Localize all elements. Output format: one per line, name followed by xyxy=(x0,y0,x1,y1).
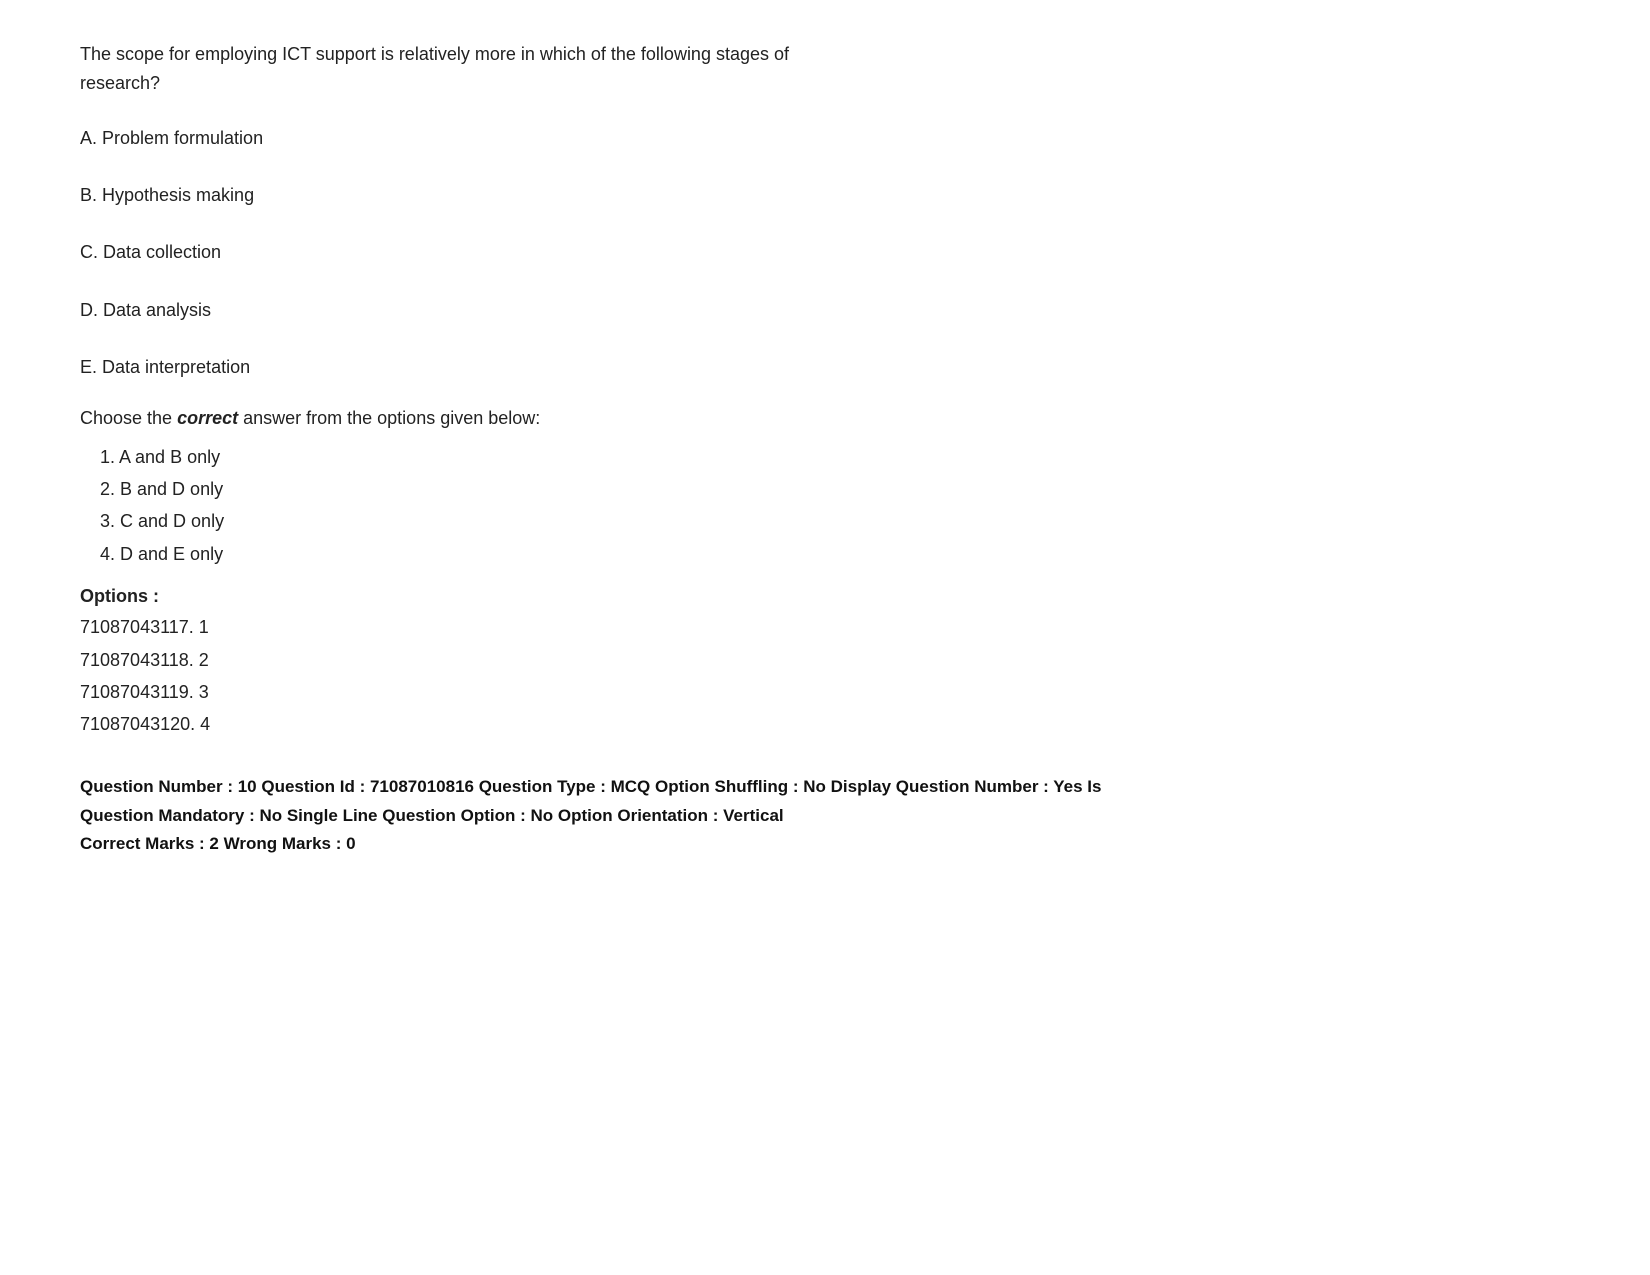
option-d: D. Data analysis xyxy=(80,294,1570,326)
option-code-1: 71087043117. 1 xyxy=(80,611,1570,643)
numbered-option-3: 3. C and D only xyxy=(100,505,1570,537)
question-text: The scope for employing ICT support is r… xyxy=(80,40,1570,98)
question-container: The scope for employing ICT support is r… xyxy=(80,40,1570,859)
meta-line3: Correct Marks : 2 Wrong Marks : 0 xyxy=(80,830,1570,859)
option-e: E. Data interpretation xyxy=(80,351,1570,383)
numbered-option-2: 2. B and D only xyxy=(100,473,1570,505)
options-section: Options : 71087043117. 1 71087043118. 2 … xyxy=(80,586,1570,741)
option-b: B. Hypothesis making xyxy=(80,179,1570,211)
question-line1: The scope for employing ICT support is r… xyxy=(80,44,789,64)
meta-line2: Question Mandatory : No Single Line Ques… xyxy=(80,802,1570,831)
question-line2: research? xyxy=(80,73,160,93)
option-c: C. Data collection xyxy=(80,236,1570,268)
numbered-options: 1. A and B only 2. B and D only 3. C and… xyxy=(100,441,1570,571)
option-code-2: 71087043118. 2 xyxy=(80,644,1570,676)
option-a: A. Problem formulation xyxy=(80,122,1570,154)
option-code-4: 71087043120. 4 xyxy=(80,708,1570,740)
numbered-option-4: 4. D and E only xyxy=(100,538,1570,570)
numbered-option-1: 1. A and B only xyxy=(100,441,1570,473)
option-code-3: 71087043119. 3 xyxy=(80,676,1570,708)
meta-info: Question Number : 10 Question Id : 71087… xyxy=(80,773,1570,860)
options-label: Options : xyxy=(80,586,1570,607)
meta-line1: Question Number : 10 Question Id : 71087… xyxy=(80,773,1570,802)
choose-instruction: Choose the correct answer from the optio… xyxy=(80,408,1570,429)
